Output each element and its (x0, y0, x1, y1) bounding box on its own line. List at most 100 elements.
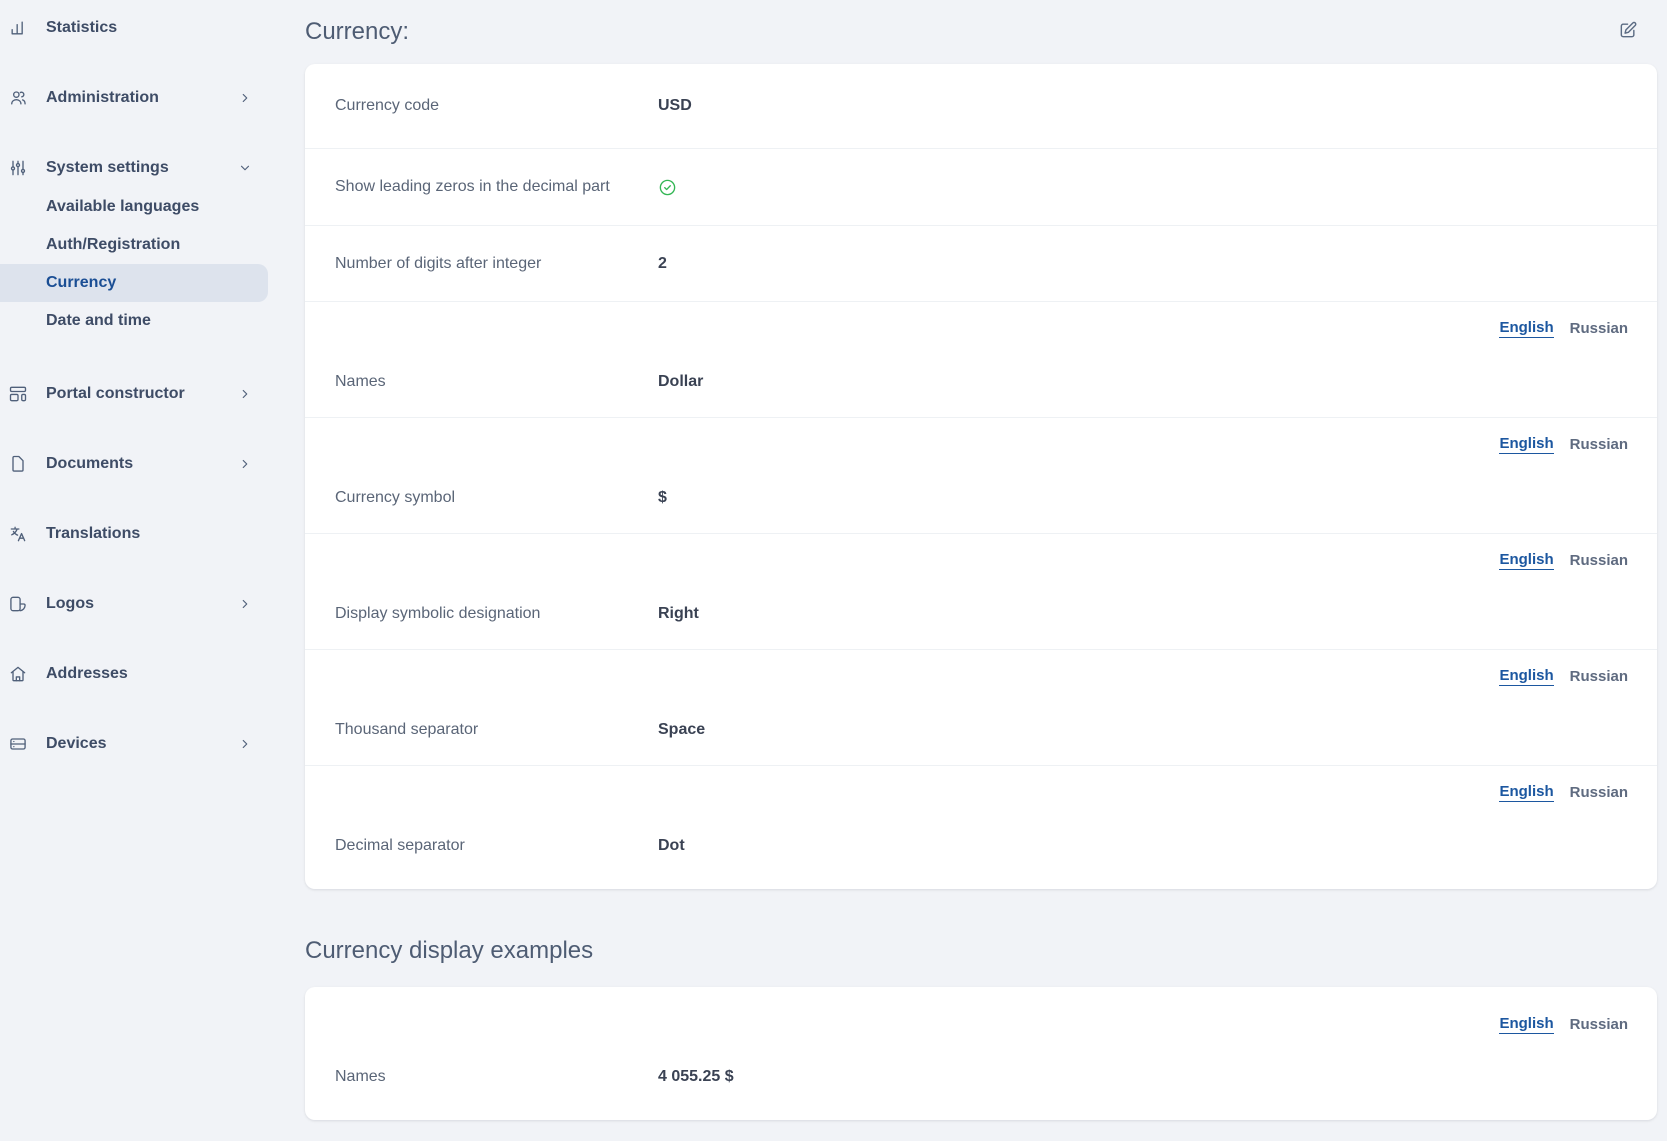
language-tab-english[interactable]: English (1499, 667, 1553, 686)
sidebar-item-label: Auth/Registration (46, 236, 180, 254)
language-tabs: English Russian (335, 432, 1628, 456)
setting-value: 2 (658, 255, 667, 273)
examples-heading: Currency display examples (305, 935, 1657, 967)
language-tab-russian[interactable]: Russian (1570, 668, 1628, 685)
setting-value: Dot (658, 837, 685, 855)
setting-value: Right (658, 605, 699, 623)
language-tab-russian[interactable]: Russian (1570, 320, 1628, 337)
language-tab-russian[interactable]: Russian (1570, 1016, 1628, 1033)
chevron-down-icon (238, 161, 252, 175)
sidebar-item-label: Addresses (46, 665, 128, 683)
setting-line: Display symbolic designation Right (335, 598, 1628, 630)
image-icon (8, 594, 28, 614)
setting-row-digits-after-integer: Number of digits after integer 2 (305, 226, 1657, 302)
setting-row-leading-zeros: Show leading zeros in the decimal part (305, 149, 1657, 226)
page-header: Currency: (305, 0, 1657, 64)
language-tab-russian[interactable]: Russian (1570, 784, 1628, 801)
sidebar-item-administration[interactable]: Administration (0, 78, 286, 118)
currency-settings-card: Currency code USD Show leading zeros in … (305, 64, 1657, 889)
sidebar-item-label: Logos (46, 595, 94, 613)
setting-label: Decimal separator (335, 837, 658, 855)
bar-chart-icon (8, 18, 28, 38)
sidebar-item-label: Administration (46, 89, 159, 107)
page-title: Currency: (305, 18, 409, 46)
currency-examples-card: English Russian Names 4 055.25 $ (305, 987, 1657, 1120)
setting-line: Decimal separator Dot (335, 830, 1628, 862)
sidebar-item-statistics[interactable]: Statistics (0, 8, 286, 48)
sidebar-item-logos[interactable]: Logos (0, 584, 286, 624)
sidebar-item-devices[interactable]: Devices (0, 724, 286, 764)
setting-row-currency-symbol: English Russian Currency symbol $ (305, 418, 1657, 534)
setting-label: Thousand separator (335, 721, 658, 739)
language-tab-english[interactable]: English (1499, 1015, 1553, 1034)
sidebar-item-label: System settings (46, 159, 169, 177)
layout-icon (8, 384, 28, 404)
setting-value: Space (658, 721, 705, 739)
sidebar-item-label: Devices (46, 735, 107, 753)
sidebar-item-available-languages[interactable]: Available languages (0, 188, 286, 226)
setting-label: Currency code (335, 97, 658, 115)
sidebar-item-label: Portal constructor (46, 385, 185, 403)
devices-icon (8, 734, 28, 754)
chevron-right-icon (238, 597, 252, 611)
check-circle-icon (658, 178, 677, 197)
sidebar-item-currency[interactable]: Currency (0, 264, 268, 302)
chevron-right-icon (238, 737, 252, 751)
example-value: 4 055.25 $ (658, 1068, 734, 1086)
language-tabs: English Russian (335, 548, 1628, 572)
users-icon (8, 88, 28, 108)
sidebar-item-date-and-time[interactable]: Date and time (0, 302, 286, 340)
chevron-right-icon (238, 91, 252, 105)
setting-row-decimal-separator: English Russian Decimal separator Dot (305, 766, 1657, 889)
sidebar-item-label: Currency (46, 274, 116, 292)
sidebar-item-label: Date and time (46, 312, 151, 330)
example-label: Names (335, 1068, 658, 1086)
sidebar-item-portal-constructor[interactable]: Portal constructor (0, 374, 286, 414)
document-icon (8, 454, 28, 474)
language-tab-russian[interactable]: Russian (1570, 552, 1628, 569)
language-tab-russian[interactable]: Russian (1570, 436, 1628, 453)
setting-line: Currency symbol $ (335, 482, 1628, 514)
sidebar: Statistics Administration System setting… (0, 0, 286, 1141)
language-tabs: English Russian (335, 1013, 1628, 1037)
sidebar-item-label: Available languages (46, 198, 199, 216)
sidebar-item-label: Translations (46, 525, 140, 543)
setting-value: USD (658, 97, 692, 115)
language-tab-english[interactable]: English (1499, 435, 1553, 454)
example-line: Names 4 055.25 $ (335, 1061, 1628, 1093)
language-tab-english[interactable]: English (1499, 783, 1553, 802)
sidebar-item-auth-registration[interactable]: Auth/Registration (0, 226, 286, 264)
setting-label: Names (335, 373, 658, 391)
setting-row-thousand-separator: English Russian Thousand separator Space (305, 650, 1657, 766)
setting-row-symbol-designation: English Russian Display symbolic designa… (305, 534, 1657, 650)
setting-label: Number of digits after integer (335, 255, 658, 273)
sidebar-item-documents[interactable]: Documents (0, 444, 286, 484)
setting-line: Thousand separator Space (335, 714, 1628, 746)
sidebar-item-translations[interactable]: Translations (0, 514, 286, 554)
translate-icon (8, 524, 28, 544)
edit-button[interactable] (1618, 21, 1640, 43)
language-tabs: English Russian (335, 316, 1628, 340)
language-tabs: English Russian (335, 664, 1628, 688)
sidebar-item-label: Documents (46, 455, 133, 473)
language-tabs: English Russian (335, 780, 1628, 804)
main-content: Currency: Currency code USD Show leading… (286, 0, 1667, 1141)
sidebar-item-label: Statistics (46, 19, 117, 37)
edit-icon (1618, 20, 1638, 45)
sliders-icon (8, 158, 28, 178)
setting-row-currency-code: Currency code USD (305, 64, 1657, 149)
sidebar-item-addresses[interactable]: Addresses (0, 654, 286, 694)
setting-line: Names Dollar (335, 366, 1628, 398)
setting-label: Display symbolic designation (335, 605, 658, 623)
setting-row-names: English Russian Names Dollar (305, 302, 1657, 418)
language-tab-english[interactable]: English (1499, 319, 1553, 338)
chevron-right-icon (238, 387, 252, 401)
chevron-right-icon (238, 457, 252, 471)
home-icon (8, 664, 28, 684)
language-tab-english[interactable]: English (1499, 551, 1553, 570)
setting-value: Dollar (658, 373, 703, 391)
app: Statistics Administration System setting… (0, 0, 1667, 1141)
sidebar-item-system-settings[interactable]: System settings (0, 148, 286, 188)
setting-value: $ (658, 489, 667, 507)
setting-label: Show leading zeros in the decimal part (335, 178, 658, 196)
